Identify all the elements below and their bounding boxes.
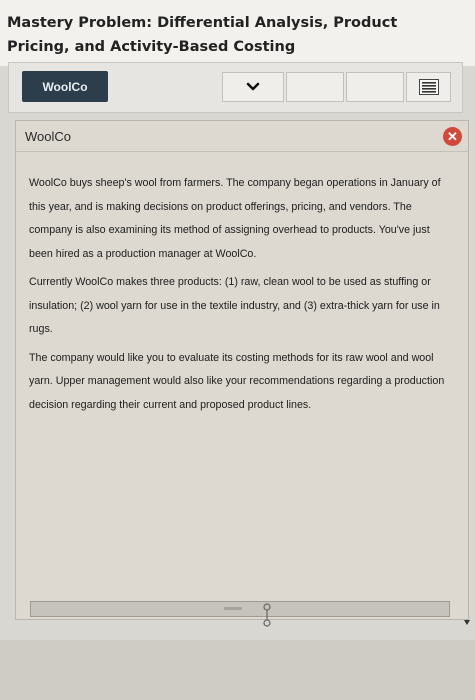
tab-woolco[interactable]: WoolCo	[22, 71, 108, 102]
paragraph: WoolCo buys sheep's wool from farmers. T…	[29, 177, 441, 260]
menu-icon	[418, 79, 439, 95]
toolbar: WoolCo	[8, 62, 463, 113]
close-icon[interactable]: ✕	[443, 127, 462, 146]
nav-dropdown-button[interactable]	[222, 72, 284, 102]
chevron-down-icon	[246, 82, 260, 91]
toolbar-slot[interactable]	[346, 72, 404, 102]
scroll-down-arrow-icon[interactable]	[464, 620, 470, 625]
panel-header: WoolCo ✕	[16, 121, 468, 152]
page-title: Mastery Problem: Differential Analysis, …	[7, 15, 398, 55]
horizontal-scrollbar[interactable]	[30, 601, 450, 617]
page-footer-area	[0, 640, 475, 700]
toolbar-slot[interactable]	[286, 72, 344, 102]
paragraph: The company would like you to evaluate i…	[29, 351, 445, 411]
scrollbar-grip	[224, 607, 242, 610]
menu-button[interactable]	[406, 72, 451, 102]
resize-handle-icon[interactable]	[262, 602, 272, 628]
panel-title: WoolCo	[25, 129, 72, 144]
woolco-panel: WoolCo ✕ WoolCo buys sheep's wool from f…	[15, 120, 469, 620]
paragraph: Currently WoolCo makes three products: (…	[29, 276, 440, 335]
panel-content: WoolCo buys sheep's wool from farmers. T…	[29, 172, 447, 422]
